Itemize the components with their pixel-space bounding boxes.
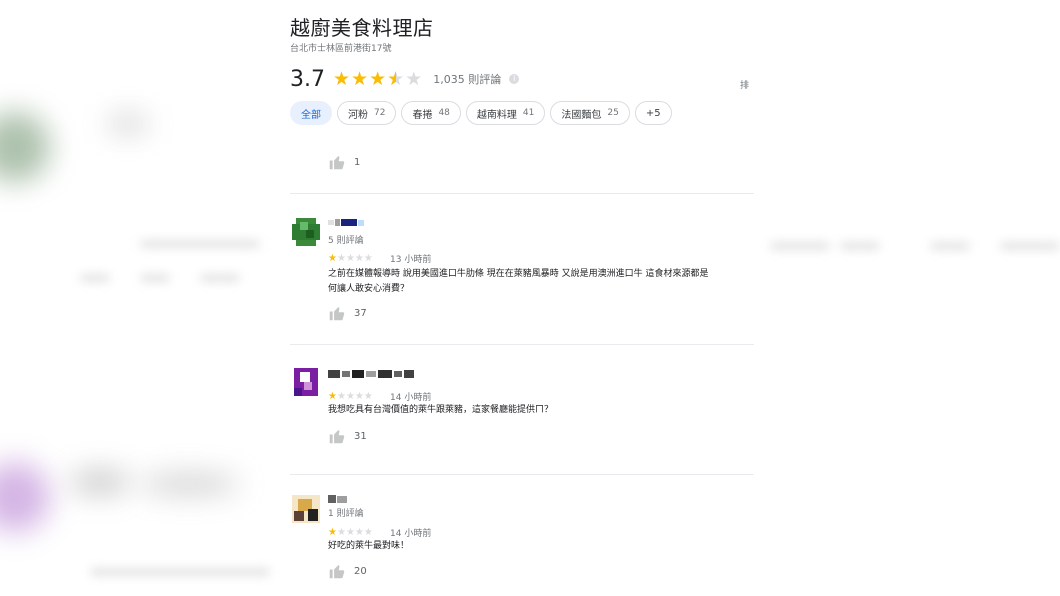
star-icon: ★ xyxy=(363,527,373,538)
review-count[interactable]: 1,035 則評論 xyxy=(433,71,501,87)
star-icon: ★ xyxy=(336,391,346,402)
review-text: 之前在媒體報導時 說用美國進口牛肋條 現在在萊豬風暴時 又說是用澳洲進口牛 這食… xyxy=(328,267,708,297)
review-item: 1 則評論 ★ ★ ★ ★ ★ 14 小時前 好吃的萊牛最對味！ 20 xyxy=(290,493,754,596)
star-icon: ★ xyxy=(405,68,423,90)
like-count: 1 xyxy=(354,156,361,168)
like-count: 31 xyxy=(354,430,367,442)
topic-chip-count: 48 xyxy=(438,108,450,118)
topic-chip[interactable]: 河粉 72 xyxy=(337,101,397,125)
topic-chip-label: +5 xyxy=(645,107,661,119)
review-stars: ★ ★ ★ ★ ★ xyxy=(328,253,373,264)
blurred-text xyxy=(930,242,970,250)
avatar[interactable] xyxy=(290,216,322,248)
star-icon: ★ xyxy=(336,527,346,538)
topic-chip[interactable]: +5 xyxy=(634,101,672,125)
topic-chip-label: 春捲 xyxy=(412,109,433,121)
rating-summary: 3.7 ★★★★★ 1,035 則評論 i xyxy=(290,64,520,94)
divider xyxy=(290,344,754,345)
reviewer-review-count: 5 則評論 xyxy=(328,236,364,246)
blurred-text xyxy=(200,274,240,282)
review-time: 14 小時前 xyxy=(390,529,432,539)
rating-stars: ★ ★ ★ ★ ★ xyxy=(333,69,423,89)
divider xyxy=(290,193,754,194)
star-icon: ★ xyxy=(345,391,355,402)
blurred-text xyxy=(1000,242,1060,250)
reviewer-review-count: 1 則評論 xyxy=(328,509,364,519)
blurred-text xyxy=(140,274,170,282)
thumb-up-icon xyxy=(329,565,345,579)
topic-chip-label: 法國麵包 xyxy=(561,109,602,121)
like-count: 37 xyxy=(354,307,367,319)
star-icon: ★ xyxy=(345,527,355,538)
blurred-avatar-green xyxy=(0,112,50,182)
reviews-panel: 越廚美食料理店 台北市士林區前港街17號 3.7 ★★★★★ 1,035 則評論… xyxy=(282,0,754,596)
like-count: 20 xyxy=(354,565,367,577)
star-icon: ★ xyxy=(328,527,337,538)
divider xyxy=(290,474,754,475)
star-icon: ★ xyxy=(363,253,373,264)
avatar[interactable] xyxy=(290,493,322,525)
topic-chip-count: 72 xyxy=(374,108,386,118)
blurred-text xyxy=(140,240,260,248)
sort-button[interactable]: 排 xyxy=(740,78,749,91)
review-time: 13 小時前 xyxy=(390,255,432,265)
review-text-line: 何讓人敢安心消費？ xyxy=(328,284,410,294)
star-icon: ★ xyxy=(354,391,364,402)
blurred-text xyxy=(90,568,270,576)
rating-value: 3.7 xyxy=(290,66,325,92)
topic-chip-label: 河粉 xyxy=(348,109,368,121)
review-item: 5 則評論 ★ ★ ★ ★ ★ 13 小時前 之前在媒體報導時 說用美國進口牛肋條 現在… xyxy=(290,216,754,326)
star-icon: ★ xyxy=(345,253,355,264)
blurred-text xyxy=(770,242,830,250)
topic-chip-count: 25 xyxy=(607,108,619,118)
info-icon[interactable]: i xyxy=(509,74,520,84)
blurred-text xyxy=(840,242,880,250)
star-icon: ★ xyxy=(369,68,387,90)
place-title: 越廚美食料理店 xyxy=(290,16,434,40)
star-icon: ★ xyxy=(354,527,364,538)
topic-chip-label: 全部 xyxy=(301,109,321,121)
like-button[interactable]: 31 xyxy=(328,428,367,444)
star-icon: ★ xyxy=(328,253,337,264)
topic-chip-count: 41 xyxy=(522,108,535,118)
star-icon: ★ xyxy=(354,253,364,264)
star-icon: ★ xyxy=(363,391,373,402)
star-icon: ★ xyxy=(328,391,337,402)
star-icon: ★ xyxy=(351,68,369,90)
topic-chip[interactable]: 法國麵包 25 xyxy=(550,101,630,125)
review-text: 我想吃具有台灣價值的萊牛跟萊豬，這家餐廳能提供ㄇ？ xyxy=(328,403,553,418)
review-text: 好吃的萊牛最對味！ xyxy=(328,539,409,554)
like-button[interactable]: 20 xyxy=(328,563,367,579)
star-icon: ★ xyxy=(387,69,404,89)
thumb-up-icon xyxy=(329,156,345,170)
reviewer-name-redacted[interactable] xyxy=(328,369,418,378)
thumb-up-icon xyxy=(329,307,345,321)
topic-chip[interactable]: 春捲 48 xyxy=(401,101,461,125)
topic-chip[interactable]: 越南料理 41 xyxy=(465,101,546,125)
blurred-text xyxy=(80,274,110,282)
place-address: 台北市士林區前港街17號 xyxy=(290,44,392,54)
star-icon: ★ xyxy=(333,68,351,90)
thumb-up-icon xyxy=(329,430,345,444)
topic-chip-label: 越南料理 xyxy=(476,109,517,121)
like-button[interactable]: 1 xyxy=(328,154,360,170)
like-button[interactable]: 37 xyxy=(328,305,367,321)
topic-chips: 全部 河粉 72 春捲 48 越南料理 41 法國麵包 25 +5 xyxy=(290,101,677,125)
topic-chip[interactable]: 全部 xyxy=(290,101,332,125)
blurred-text xyxy=(108,116,148,132)
blurred-text xyxy=(140,474,240,494)
review-text-line: 之前在媒體報導時 說用美國進口牛肋條 現在在萊豬風暴時 又說是用澳洲進口牛 這食… xyxy=(328,269,709,279)
reviewer-name-redacted[interactable] xyxy=(328,218,368,227)
star-icon: ★ xyxy=(336,253,346,264)
review-time: 14 小時前 xyxy=(390,393,432,403)
review-stars: ★ ★ ★ ★ ★ xyxy=(328,527,373,538)
review-stars: ★ ★ ★ ★ ★ xyxy=(328,391,373,402)
review-item: ★ ★ ★ ★ ★ 14 小時前 我想吃具有台灣價值的萊牛跟萊豬，這家餐廳能提供ㄇ？ 3… xyxy=(290,366,754,456)
review-text-line: 好吃的萊牛最對味！ xyxy=(328,541,410,551)
review-text-line: 我想吃具有台灣價值的萊牛跟萊豬，這家餐廳能提供ㄇ？ xyxy=(328,405,554,415)
reviewer-name-redacted[interactable] xyxy=(328,494,352,503)
blurred-text xyxy=(70,470,130,494)
avatar[interactable] xyxy=(290,366,322,398)
blurred-avatar-purple xyxy=(0,462,50,532)
